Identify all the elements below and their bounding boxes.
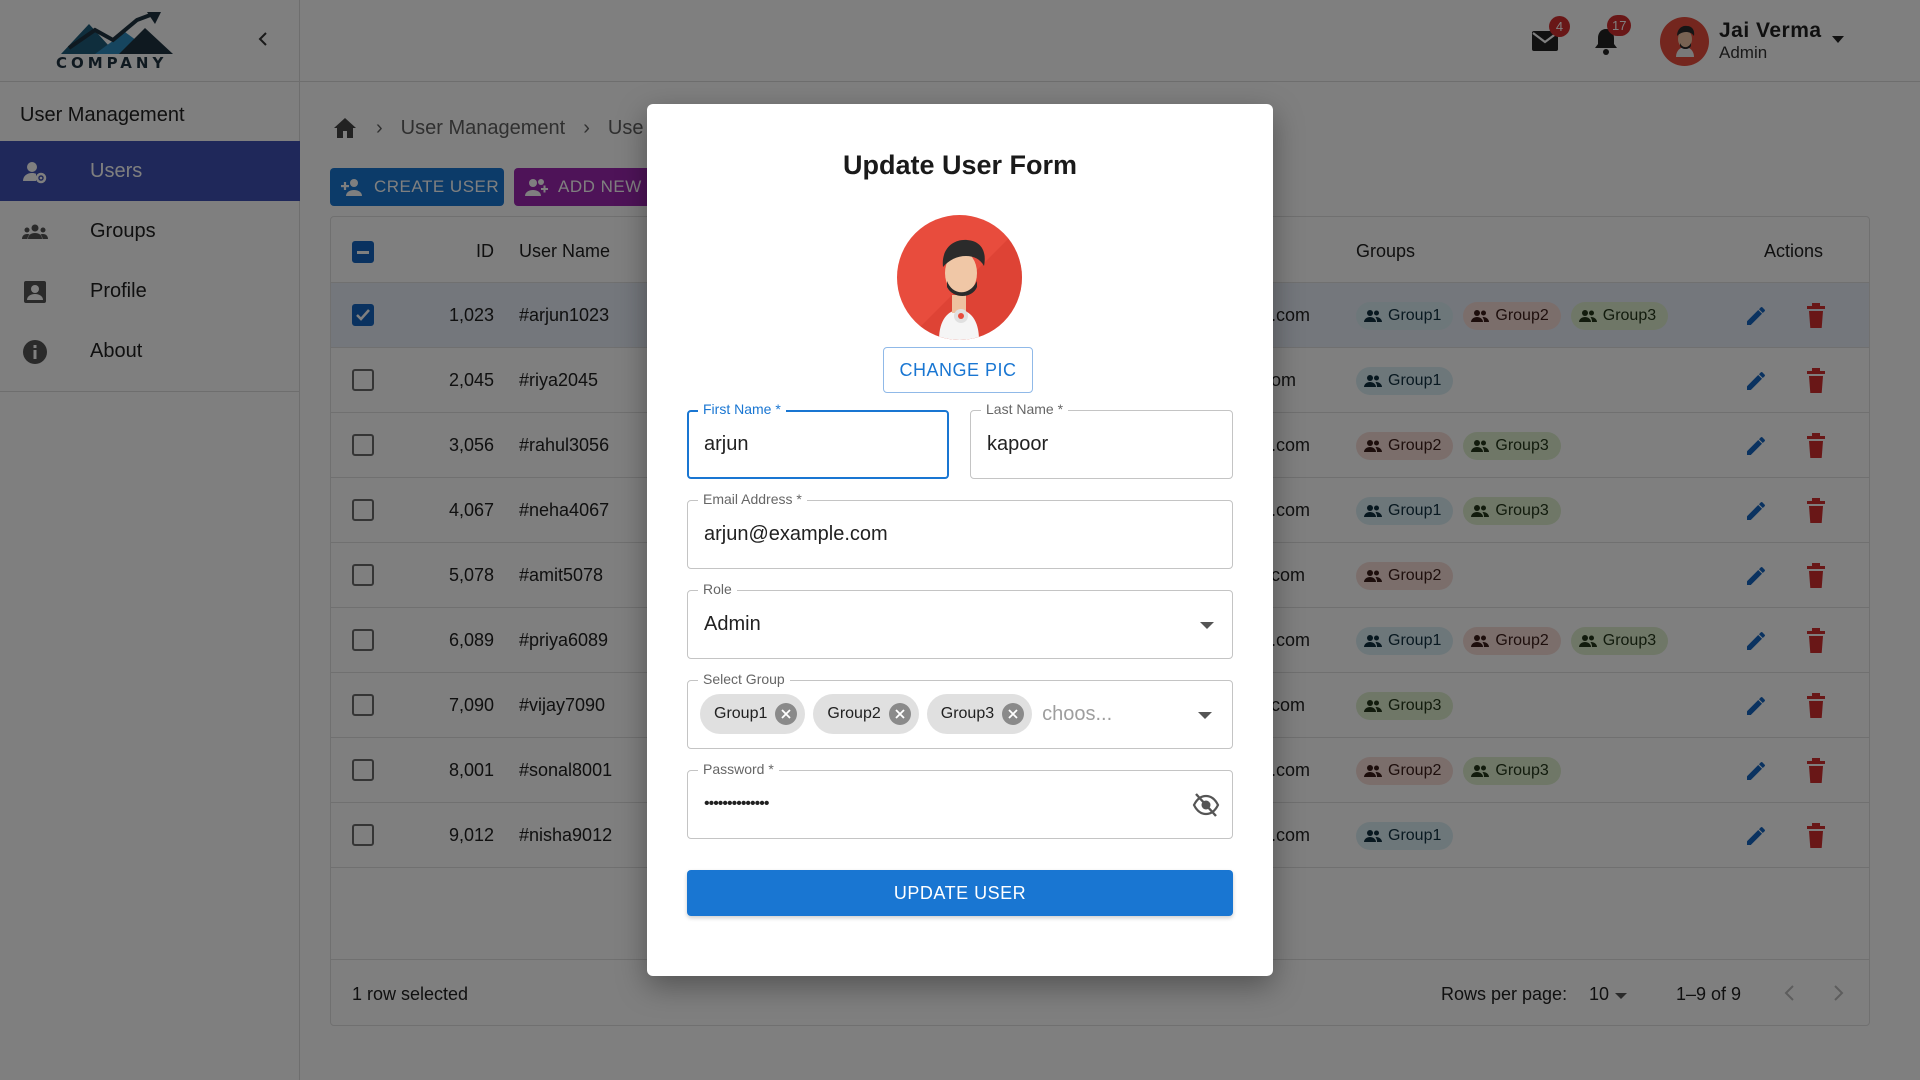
group-chip-label: Group1 bbox=[714, 705, 768, 722]
first-name-value: arjun bbox=[704, 433, 749, 455]
update-user-button[interactable]: UPDATE USER bbox=[687, 870, 1233, 916]
group-multiselect[interactable]: Select Group Group1 Group2 Group3 choos.… bbox=[687, 671, 1233, 749]
remove-chip-icon[interactable] bbox=[775, 703, 798, 725]
role-value: Admin bbox=[704, 613, 761, 635]
first-name-field[interactable]: First Name * arjun bbox=[687, 401, 949, 479]
group-chip: Group1 bbox=[700, 694, 806, 734]
group-chip-label: Group3 bbox=[940, 705, 995, 722]
password-value: •••••••••••••• bbox=[704, 795, 769, 812]
profile-picture bbox=[897, 215, 1022, 340]
dropdown-arrow-icon bbox=[1200, 622, 1214, 629]
visibility-off-icon[interactable] bbox=[1192, 792, 1220, 818]
dialog-title: Update User Form bbox=[842, 150, 1078, 180]
last-name-value: kapoor bbox=[987, 433, 1049, 455]
update-user-dialog: Update User Form CHANGE PIC First Name *… bbox=[647, 104, 1273, 976]
select-group-label: Select Group bbox=[698, 671, 790, 687]
group-search-placeholder[interactable]: choos... bbox=[1042, 703, 1112, 726]
remove-chip-icon[interactable] bbox=[888, 703, 911, 725]
email-field[interactable]: Email Address * arjun@example.com bbox=[687, 491, 1233, 569]
password-field[interactable]: Password * •••••••••••••• bbox=[687, 761, 1233, 839]
dropdown-arrow-icon[interactable] bbox=[1198, 712, 1212, 719]
avatar-illustration-icon bbox=[907, 225, 1022, 340]
role-select[interactable]: Role Admin bbox=[687, 581, 1233, 659]
remove-chip-icon[interactable] bbox=[1002, 703, 1025, 725]
group-chip: Group3 bbox=[926, 694, 1033, 734]
selected-groups: Group1 Group2 Group3 choos... bbox=[700, 694, 1112, 734]
email-value: arjun@example.com bbox=[704, 523, 888, 545]
password-label: Password * bbox=[698, 761, 779, 777]
last-name-label: Last Name * bbox=[981, 401, 1069, 417]
last-name-field[interactable]: Last Name * kapoor bbox=[970, 401, 1233, 479]
change-pic-button[interactable]: CHANGE PIC bbox=[883, 347, 1033, 393]
group-chip-label: Group2 bbox=[827, 705, 881, 722]
first-name-label: First Name * bbox=[698, 401, 786, 417]
group-chip: Group2 bbox=[813, 694, 919, 734]
role-label: Role bbox=[698, 581, 737, 597]
email-label: Email Address * bbox=[698, 491, 807, 507]
